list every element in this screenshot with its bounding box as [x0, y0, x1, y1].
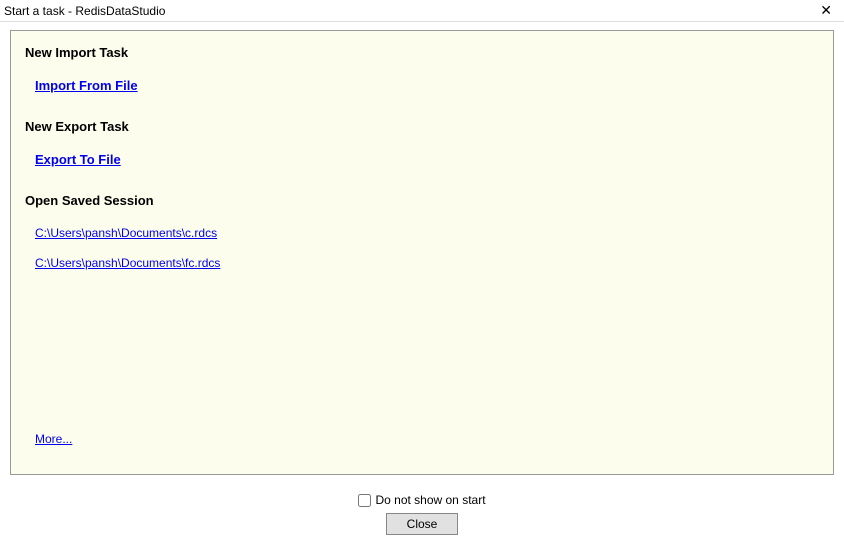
sessions-section-header: Open Saved Session: [25, 193, 819, 208]
close-icon[interactable]: ✕: [816, 2, 836, 19]
do-not-show-checkbox[interactable]: [358, 494, 371, 507]
close-button[interactable]: Close: [386, 513, 458, 535]
do-not-show-checkbox-row[interactable]: Do not show on start: [358, 493, 485, 507]
content-panel: New Import Task Import From File New Exp…: [10, 30, 834, 475]
do-not-show-label: Do not show on start: [375, 493, 485, 507]
export-section-header: New Export Task: [25, 119, 819, 134]
import-section-header: New Import Task: [25, 45, 819, 60]
export-to-file-link[interactable]: Export To File: [35, 152, 121, 167]
saved-session-link[interactable]: C:\Users\pansh\Documents\fc.rdcs: [35, 256, 220, 270]
window-title: Start a task - RedisDataStudio: [4, 4, 165, 18]
title-bar: Start a task - RedisDataStudio ✕: [0, 0, 844, 22]
footer: Do not show on start Close: [0, 493, 844, 535]
import-from-file-link[interactable]: Import From File: [35, 78, 138, 93]
saved-session-link[interactable]: C:\Users\pansh\Documents\c.rdcs: [35, 226, 217, 240]
more-link[interactable]: More...: [35, 432, 72, 446]
